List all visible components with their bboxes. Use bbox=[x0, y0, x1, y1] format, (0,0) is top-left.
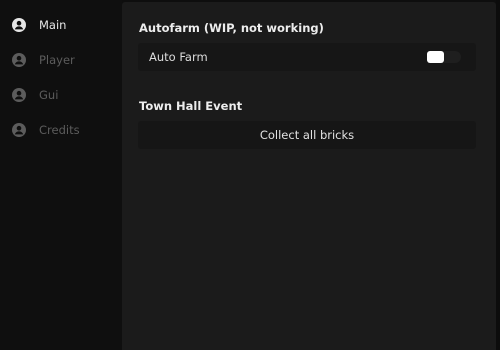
collect-all-bricks-button[interactable]: Collect all bricks bbox=[138, 121, 476, 149]
user-icon bbox=[12, 18, 26, 32]
sidebar-item-label: Gui bbox=[39, 88, 59, 102]
sidebar-item-credits[interactable]: Credits bbox=[0, 116, 122, 144]
sidebar: Main Player Gui Credits bbox=[0, 0, 122, 350]
section-title-town-hall: Town Hall Event bbox=[139, 99, 243, 113]
sidebar-item-label: Main bbox=[39, 18, 67, 32]
user-icon bbox=[12, 53, 26, 67]
section-title-autofarm: Autofarm (WIP, not working) bbox=[139, 21, 324, 35]
collect-all-bricks-label: Collect all bricks bbox=[259, 128, 355, 142]
user-icon bbox=[12, 123, 26, 137]
sidebar-item-gui[interactable]: Gui bbox=[0, 81, 122, 109]
auto-farm-toggle[interactable] bbox=[427, 51, 461, 63]
sidebar-item-label: Credits bbox=[39, 123, 80, 137]
auto-farm-label: Auto Farm bbox=[149, 50, 208, 64]
sidebar-item-main[interactable]: Main bbox=[0, 11, 122, 39]
main-panel: Autofarm (WIP, not working) Auto Farm To… bbox=[122, 2, 496, 350]
toggle-knob bbox=[427, 51, 444, 63]
user-icon bbox=[12, 88, 26, 102]
window-edge bbox=[496, 0, 500, 350]
sidebar-item-player[interactable]: Player bbox=[0, 46, 122, 74]
auto-farm-row: Auto Farm bbox=[138, 43, 476, 71]
app-window: Main Player Gui Credits Autofarm (WIP, n… bbox=[0, 0, 500, 350]
sidebar-item-label: Player bbox=[39, 53, 75, 67]
